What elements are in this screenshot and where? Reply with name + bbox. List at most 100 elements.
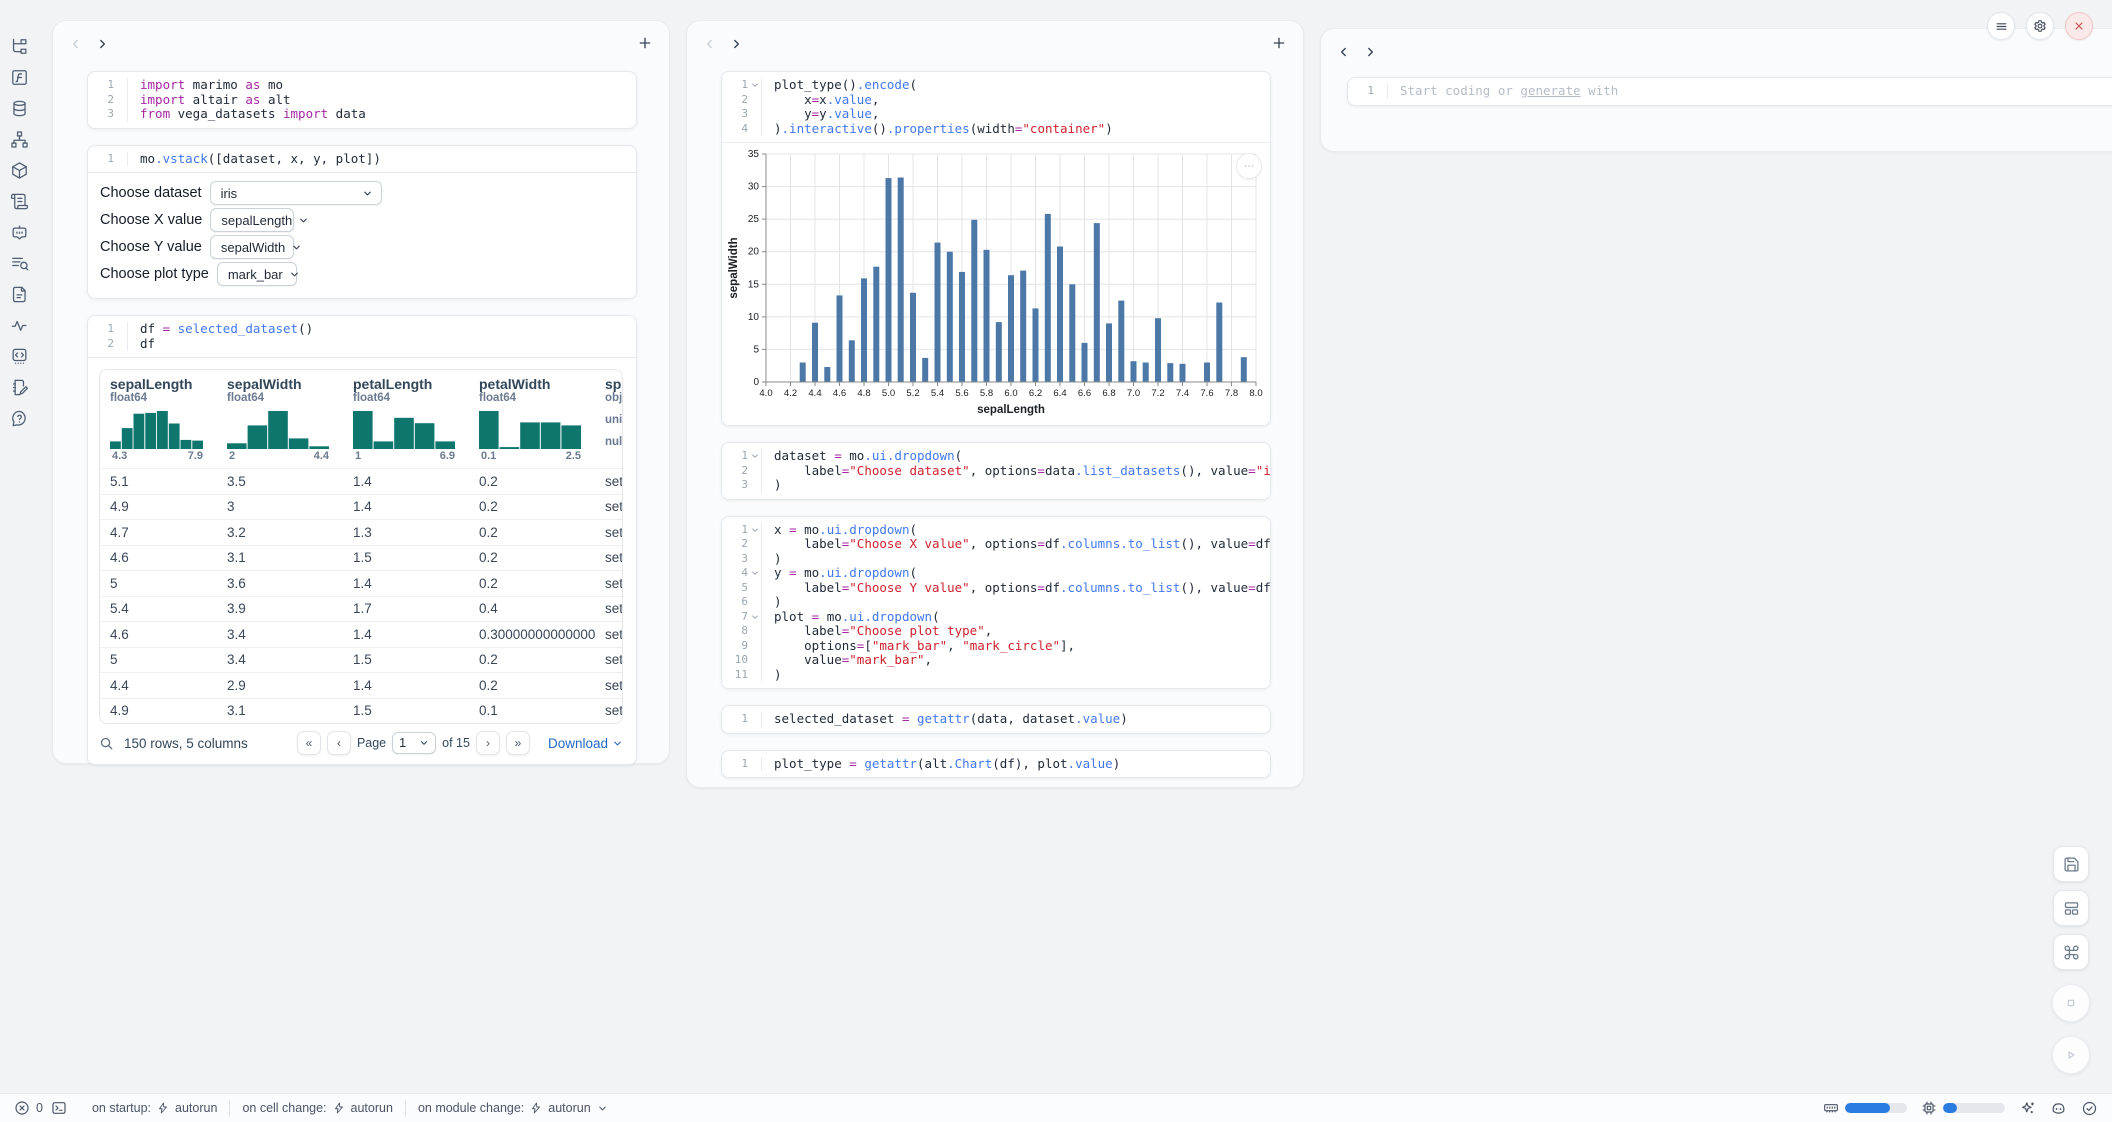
on-module-change-setting[interactable]: on module change: autorun [418,1101,608,1115]
page-select[interactable]: 1 [392,732,436,754]
prev-page-button[interactable]: ‹ [327,731,351,755]
y-value-select[interactable]: sepalWidth [210,235,294,259]
table-column-header[interactable]: petalLengthfloat6416.9 [343,370,469,469]
copilot-icon[interactable] [2050,1100,2067,1117]
cell-plot-type[interactable]: 1plot_type = getattr(alt.Chart(df), plot… [721,750,1271,779]
code-editor[interactable]: 1selected_dataset = getattr(data, datase… [722,706,1270,733]
plot-type-select[interactable]: mark_bar [217,262,297,286]
x-value-select[interactable]: sepalLength [210,208,294,232]
chart-actions-button[interactable] [1236,153,1262,179]
generate-with-ai-link[interactable]: generate [1520,83,1580,98]
next-page-button[interactable]: › [476,731,500,755]
cell-empty[interactable]: 1 Start coding or generate with [1347,77,2112,106]
cell-xyplot-dropdowns[interactable]: 1x = mo.ui.dropdown(2 label="Choose X va… [721,516,1271,690]
column-next-button[interactable] [95,35,121,53]
sidebar-item-help[interactable] [7,406,31,430]
cell-imports[interactable]: 1import marimo as mo2import altair as al… [87,71,637,129]
ai-sparkles-icon[interactable] [2019,1100,2036,1117]
column-next-button[interactable] [1363,43,1389,61]
first-page-button[interactable]: « [297,731,321,755]
sidebar-item-packages[interactable] [7,158,31,182]
line-number: 3 [722,552,748,567]
table-row[interactable]: 5.43.91.70.4setosa [100,596,622,622]
cell-dataset-dropdown[interactable]: 1dataset = mo.ui.dropdown(2 label="Choos… [721,442,1271,500]
stop-button[interactable] [2052,984,2090,1022]
shutdown-button[interactable] [2065,12,2093,40]
code-editor[interactable]: 1 Start coding or generate with [1348,78,2112,105]
table-row[interactable]: 4.93.11.50.1setosa [100,698,622,723]
table-row[interactable]: 53.41.50.2setosa [100,647,622,673]
sidebar-item-outline[interactable] [7,282,31,306]
sidebar-item-scratchpad[interactable] [7,375,31,399]
table-column-header[interactable]: sepalLengthfloat644.37.9 [100,370,217,469]
column-prev-button[interactable] [1337,43,1363,61]
settings-button[interactable] [2026,12,2054,40]
sidebar-item-variables[interactable] [7,65,31,89]
last-page-button[interactable]: » [506,731,530,755]
code-editor[interactable]: 1plot_type = getattr(alt.Chart(df), plot… [722,751,1270,778]
sidebar-item-snippets[interactable] [7,344,31,368]
table-row[interactable]: 5.13.51.40.2setosa [100,469,622,495]
add-cell-button[interactable] [635,34,655,54]
code-editor[interactable]: 1df = selected_dataset()2df [88,316,636,357]
sidebar-item-dependency-graph[interactable] [7,127,31,151]
column-histogram[interactable] [227,409,343,449]
code-editor[interactable]: 1mo.vstack([dataset, x, y, plot]) [88,146,636,173]
save-button[interactable] [2053,846,2089,882]
line-number: 1 [722,523,748,538]
table-row[interactable]: 4.63.41.40.30000000000000004setosa [100,622,622,648]
connection-status-icon[interactable] [2081,1100,2098,1117]
cell-selected-dataset[interactable]: 1selected_dataset = getattr(data, datase… [721,705,1271,734]
table-column-header[interactable]: petalWidthfloat640.12.5 [469,370,595,469]
chart-bar [996,322,1002,382]
on-startup-setting[interactable]: on startup: autorun [92,1101,217,1115]
sidebar-item-file-explorer[interactable] [7,34,31,58]
fold-chevron-icon[interactable] [751,81,759,89]
code-editor[interactable]: 1x = mo.ui.dropdown(2 label="Choose X va… [722,517,1270,689]
dataset-select[interactable]: iris [210,181,382,205]
column-histogram[interactable] [479,409,595,449]
table-row[interactable]: 4.73.21.30.2setosa [100,520,622,546]
fold-chevron-icon[interactable] [751,452,759,460]
table-column-header[interactable]: speciesobjectunique:nulls: [595,370,622,469]
chart-bar [1143,363,1149,383]
table-column-header[interactable]: sepalWidthfloat6424.4 [217,370,343,469]
errors-indicator[interactable]: 0 [14,1100,43,1116]
code-editor[interactable]: 1dataset = mo.ui.dropdown(2 label="Choos… [722,443,1270,499]
column-histogram[interactable] [353,409,469,449]
column-next-button[interactable] [729,35,755,53]
search-icon[interactable] [99,736,114,751]
ram-usage-meter[interactable] [1823,1100,1907,1116]
layout-toggle-button[interactable] [2053,890,2089,926]
fold-chevron-icon[interactable] [751,613,759,621]
cell-chart[interactable]: 1plot_type().encode(2 x=x.value,3 y=y.va… [721,71,1271,426]
download-menu[interactable]: Download [548,736,623,751]
column-histogram[interactable] [110,409,217,449]
sidebar-item-datasources[interactable] [7,96,31,120]
table-row[interactable]: 4.42.91.40.2setosa [100,673,622,699]
table-row[interactable]: 4.931.40.2setosa [100,494,622,520]
add-cell-button[interactable] [1269,34,1289,54]
keyboard-shortcuts-button[interactable] [2053,934,2089,970]
table-row[interactable]: 4.63.11.50.2setosa [100,545,622,571]
column-prev-button[interactable] [69,35,95,53]
terminal-indicator[interactable] [51,1100,67,1116]
sidebar-item-documentation-search[interactable] [7,251,31,275]
fold-chevron-icon[interactable] [751,569,759,577]
gear-icon [2033,19,2047,33]
code-editor[interactable]: 1import marimo as mo2import altair as al… [88,72,636,128]
menu-button[interactable] [1987,12,2015,40]
cell-vstack[interactable]: 1mo.vstack([dataset, x, y, plot]) Choose… [87,145,637,300]
cpu-usage-meter[interactable] [1921,1100,2005,1116]
sidebar-item-chat[interactable] [7,220,31,244]
code-editor[interactable]: 1plot_type().encode(2 x=x.value,3 y=y.va… [722,72,1270,142]
on-cell-change-setting[interactable]: on cell change: autorun [242,1101,393,1115]
table-row[interactable]: 53.61.40.2setosa [100,571,622,597]
cell-dataframe[interactable]: 1df = selected_dataset()2df sepalLengthf… [87,315,637,765]
column-prev-button[interactable] [703,35,729,53]
sidebar-item-tracing[interactable] [7,313,31,337]
fold-chevron-icon[interactable] [751,526,759,534]
sidebar-item-logs[interactable] [7,189,31,213]
altair-bar-chart[interactable]: 4.04.24.44.64.85.05.25.45.65.86.06.26.46… [726,146,1270,423]
run-button[interactable] [2052,1036,2090,1074]
